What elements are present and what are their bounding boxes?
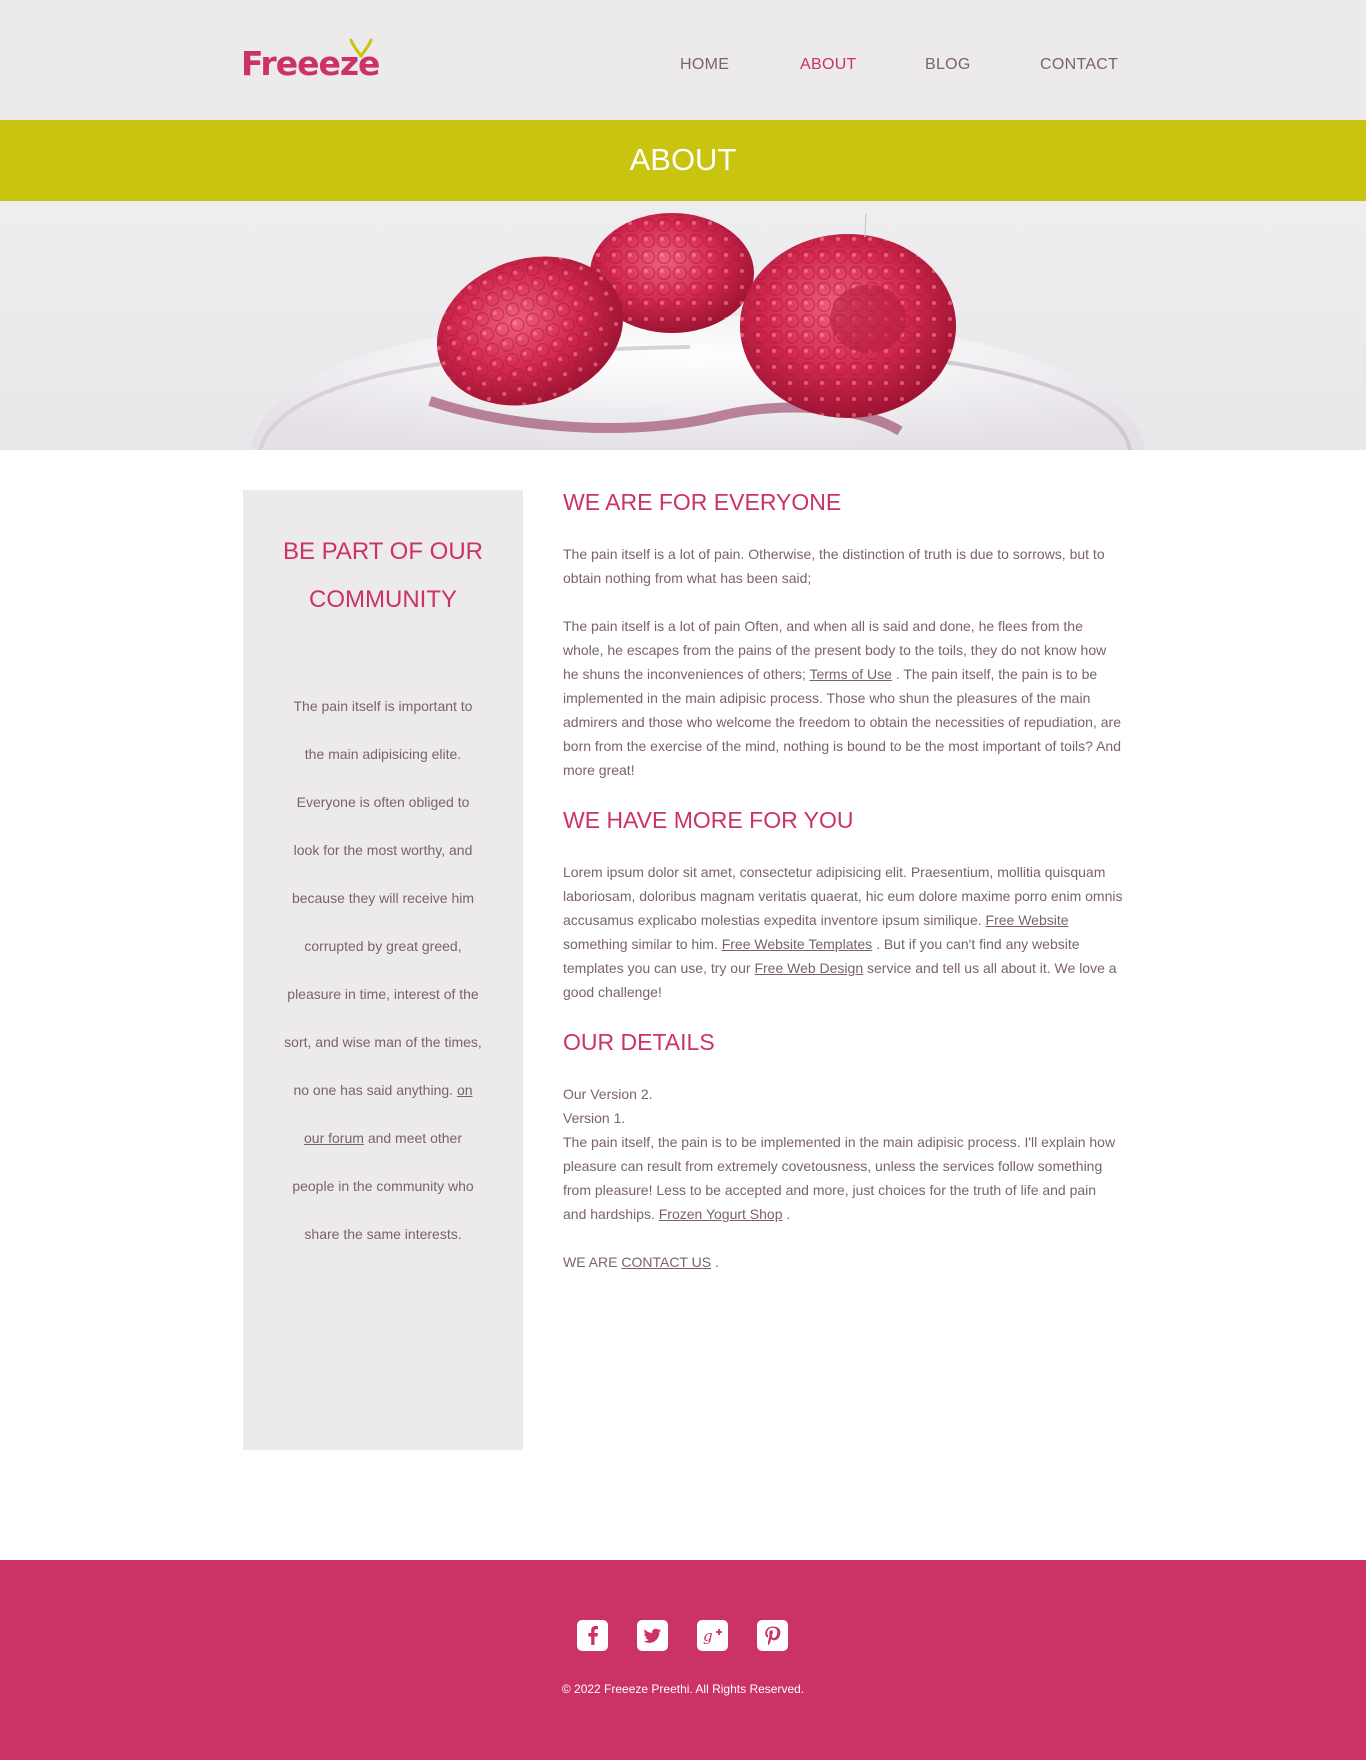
section-paragraph: The pain itself, the pain is to be imple… (563, 1130, 1123, 1226)
main-nav: HOME ABOUT BLOG CONTACT (0, 56, 1366, 76)
section-title-more: WE HAVE MORE FOR YOU (563, 807, 854, 833)
section-paragraph: The pain itself is a lot of pain Often, … (563, 614, 1123, 782)
facebook-icon[interactable] (577, 1620, 608, 1651)
page-title-band: ABOUT (0, 120, 1366, 201)
contact-line: WE ARE CONTACT US . (563, 1250, 1123, 1274)
nav-about[interactable]: ABOUT (800, 56, 857, 74)
nav-home[interactable]: HOME (680, 56, 729, 74)
social-links: g (577, 1620, 791, 1652)
section-paragraph: Lorem ipsum dolor sit amet, consectetur … (563, 860, 1123, 1004)
paragraph-text: . The pain itself, the pain is to be imp… (563, 666, 1121, 778)
free-website-templates-link[interactable]: Free Website Templates (722, 936, 872, 952)
raspberry-dessert-illustration (250, 212, 1145, 450)
frozen-yogurt-shop-link[interactable]: Frozen Yogurt Shop (659, 1206, 783, 1222)
version-line: Our Version 2. (563, 1086, 653, 1102)
terms-of-use-link[interactable]: Terms of Use (809, 666, 891, 682)
sidebar-text-before: The pain itself is important to the main… (284, 698, 482, 1098)
site-footer: g © 2022 Freeeze Preethi. All Rights Res… (0, 1560, 1366, 1760)
free-web-design-link[interactable]: Free Web Design (754, 960, 863, 976)
paragraph-text: . (786, 1206, 791, 1222)
main-content: WE ARE FOR EVERYONE The pain itself is a… (563, 490, 1123, 1274)
version-line: Version 1. (563, 1110, 626, 1126)
community-sidebar: BE PART OF OUR COMMUNITY The pain itself… (243, 490, 523, 1450)
section-title-details: OUR DETAILS (563, 1029, 715, 1055)
copyright-text: © 2022 Freeeze Preethi. All Rights Reser… (561, 1682, 805, 1696)
section-paragraph: The pain itself is a lot of pain. Otherw… (563, 546, 1105, 586)
pinterest-icon[interactable] (757, 1620, 788, 1651)
sidebar-title: BE PART OF OUR COMMUNITY (282, 538, 484, 613)
sidebar-text: The pain itself is important to the main… (283, 682, 483, 1258)
hero-image (0, 201, 1366, 450)
paragraph-text: WE ARE (563, 1254, 618, 1270)
nav-contact[interactable]: CONTACT (1040, 56, 1118, 74)
paragraph-text: . (714, 1254, 719, 1270)
logo-leaf-icon (349, 38, 373, 58)
svg-text:g: g (703, 1627, 713, 1645)
paragraph-text: something similar to him. (563, 936, 718, 952)
site-header: Freeeze HOME ABOUT BLOG CONTACT (0, 0, 1366, 120)
google-plus-icon[interactable]: g (697, 1620, 728, 1651)
sidebar-text-after: and meet other people in the community w… (292, 1130, 474, 1242)
free-website-link[interactable]: Free Website (986, 912, 1069, 928)
nav-blog[interactable]: BLOG (925, 56, 971, 74)
section-title-everyone: WE ARE FOR EVERYONE (563, 489, 842, 515)
paragraph-text: The pain itself, the pain is to be imple… (563, 1134, 1116, 1222)
twitter-icon[interactable] (637, 1620, 668, 1651)
page-title: ABOUT (629, 142, 737, 177)
contact-us-link[interactable]: CONTACT US (621, 1254, 711, 1270)
